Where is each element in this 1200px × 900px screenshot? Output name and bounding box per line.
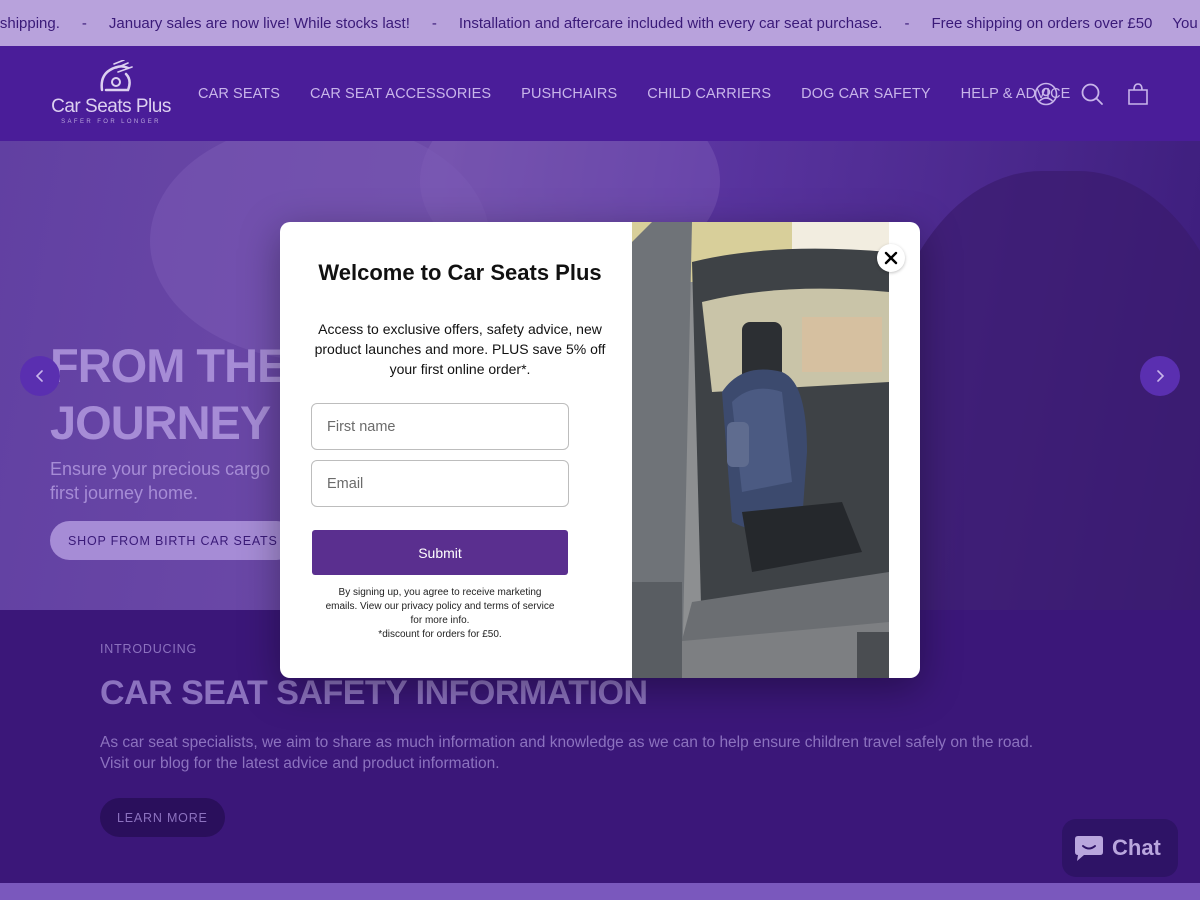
chat-label: Chat — [1112, 835, 1161, 860]
section-eyebrow: INTRODUCING — [100, 642, 197, 656]
logo-wordmark: Car Seats Plus — [51, 96, 171, 117]
chevron-right-icon — [1157, 370, 1165, 382]
announcement-separator: - — [81, 14, 87, 32]
car-seat-logo-icon — [100, 60, 133, 92]
disclaimer-line: *discount for orders for £50. — [378, 629, 502, 640]
search-icon[interactable] — [1080, 82, 1104, 106]
announcement-separator: - — [431, 14, 437, 32]
close-modal-button[interactable] — [877, 244, 905, 272]
section-body: As car seat specialists, we aim to share… — [100, 732, 1120, 774]
car-seat-photo — [632, 222, 889, 678]
announcement-item: January sales are now live! While stocks… — [108, 14, 410, 32]
chat-widget-button[interactable]: Chat — [1062, 819, 1178, 877]
modal-title: Welcome to Car Seats Plus — [318, 260, 602, 285]
carousel-prev-button[interactable] — [20, 356, 60, 396]
announcement-item: ee shipping. — [0, 14, 60, 32]
modal-description: Access to exclusive offers, safety advic… — [314, 321, 606, 377]
hero-title-line: FROM THE — [50, 339, 288, 392]
disclaimer-line: By signing up, you agree to receive mark… — [338, 587, 542, 598]
section-body-line: Visit our blog for the latest advice and… — [100, 755, 500, 772]
car-interior-image — [632, 222, 889, 678]
signup-modal: Welcome to Car Seats Plus Access to excl… — [280, 222, 920, 678]
announcement-track: ee shipping. - January sales are now liv… — [0, 0, 1200, 46]
section-title: CAR SEAT SAFETY INFORMATION — [100, 674, 648, 712]
nav-car-seats[interactable]: CAR SEATS — [198, 86, 280, 102]
disclaimer-line: for more info. — [410, 615, 470, 626]
next-section-edge — [0, 883, 1200, 900]
signup-form-panel: Welcome to Car Seats Plus Access to excl… — [280, 222, 632, 678]
account-icon[interactable] — [1034, 82, 1058, 106]
announcement-separator: - — [904, 14, 910, 32]
nav-pushchairs[interactable]: PUSHCHAIRS — [521, 86, 617, 102]
cart-icon[interactable] — [1126, 82, 1150, 106]
section-body-line: As car seat specialists, we aim to share… — [100, 734, 1034, 751]
signup-disclaimer: By signing up, you agree to receive mark… — [320, 586, 560, 642]
logo-tagline: SAFER FOR LONGER — [61, 119, 161, 125]
nav-dog-car-safety[interactable]: DOG CAR SAFETY — [801, 86, 931, 102]
close-icon — [884, 251, 898, 265]
announcement-bar: ee shipping. - January sales are now liv… — [0, 0, 1200, 46]
hero-title: FROM THE JOURNEY H — [50, 337, 315, 451]
nav-car-seat-accessories[interactable]: CAR SEAT ACCESSORIES — [310, 86, 491, 102]
nav-child-carriers[interactable]: CHILD CARRIERS — [647, 86, 771, 102]
shop-from-birth-button[interactable]: SHOP FROM BIRTH CAR SEATS — [50, 521, 296, 560]
announcement-item: Free shipping on orders over £50 — [931, 14, 1153, 32]
chevron-left-icon — [35, 370, 43, 382]
announcement-item: You are — [1172, 14, 1200, 32]
first-name-field[interactable] — [311, 403, 569, 450]
chat-bubble-icon — [1075, 836, 1103, 861]
announcement-item: Installation and aftercare included with… — [458, 14, 883, 32]
site-header: Car Seats Plus SAFER FOR LONGER CAR SEAT… — [0, 46, 1200, 141]
main-nav: CAR SEATS CAR SEAT ACCESSORIES PUSHCHAIR… — [198, 46, 1100, 141]
site-logo[interactable]: Car Seats Plus SAFER FOR LONGER — [50, 60, 172, 128]
submit-button[interactable]: Submit — [312, 530, 568, 575]
email-field[interactable] — [311, 460, 569, 507]
learn-more-button[interactable]: LEARN MORE — [100, 798, 225, 837]
hero-title-line: JOURNEY H — [50, 396, 315, 449]
disclaimer-line: emails. View our privacy policy and term… — [325, 601, 555, 612]
carousel-next-button[interactable] — [1140, 356, 1180, 396]
